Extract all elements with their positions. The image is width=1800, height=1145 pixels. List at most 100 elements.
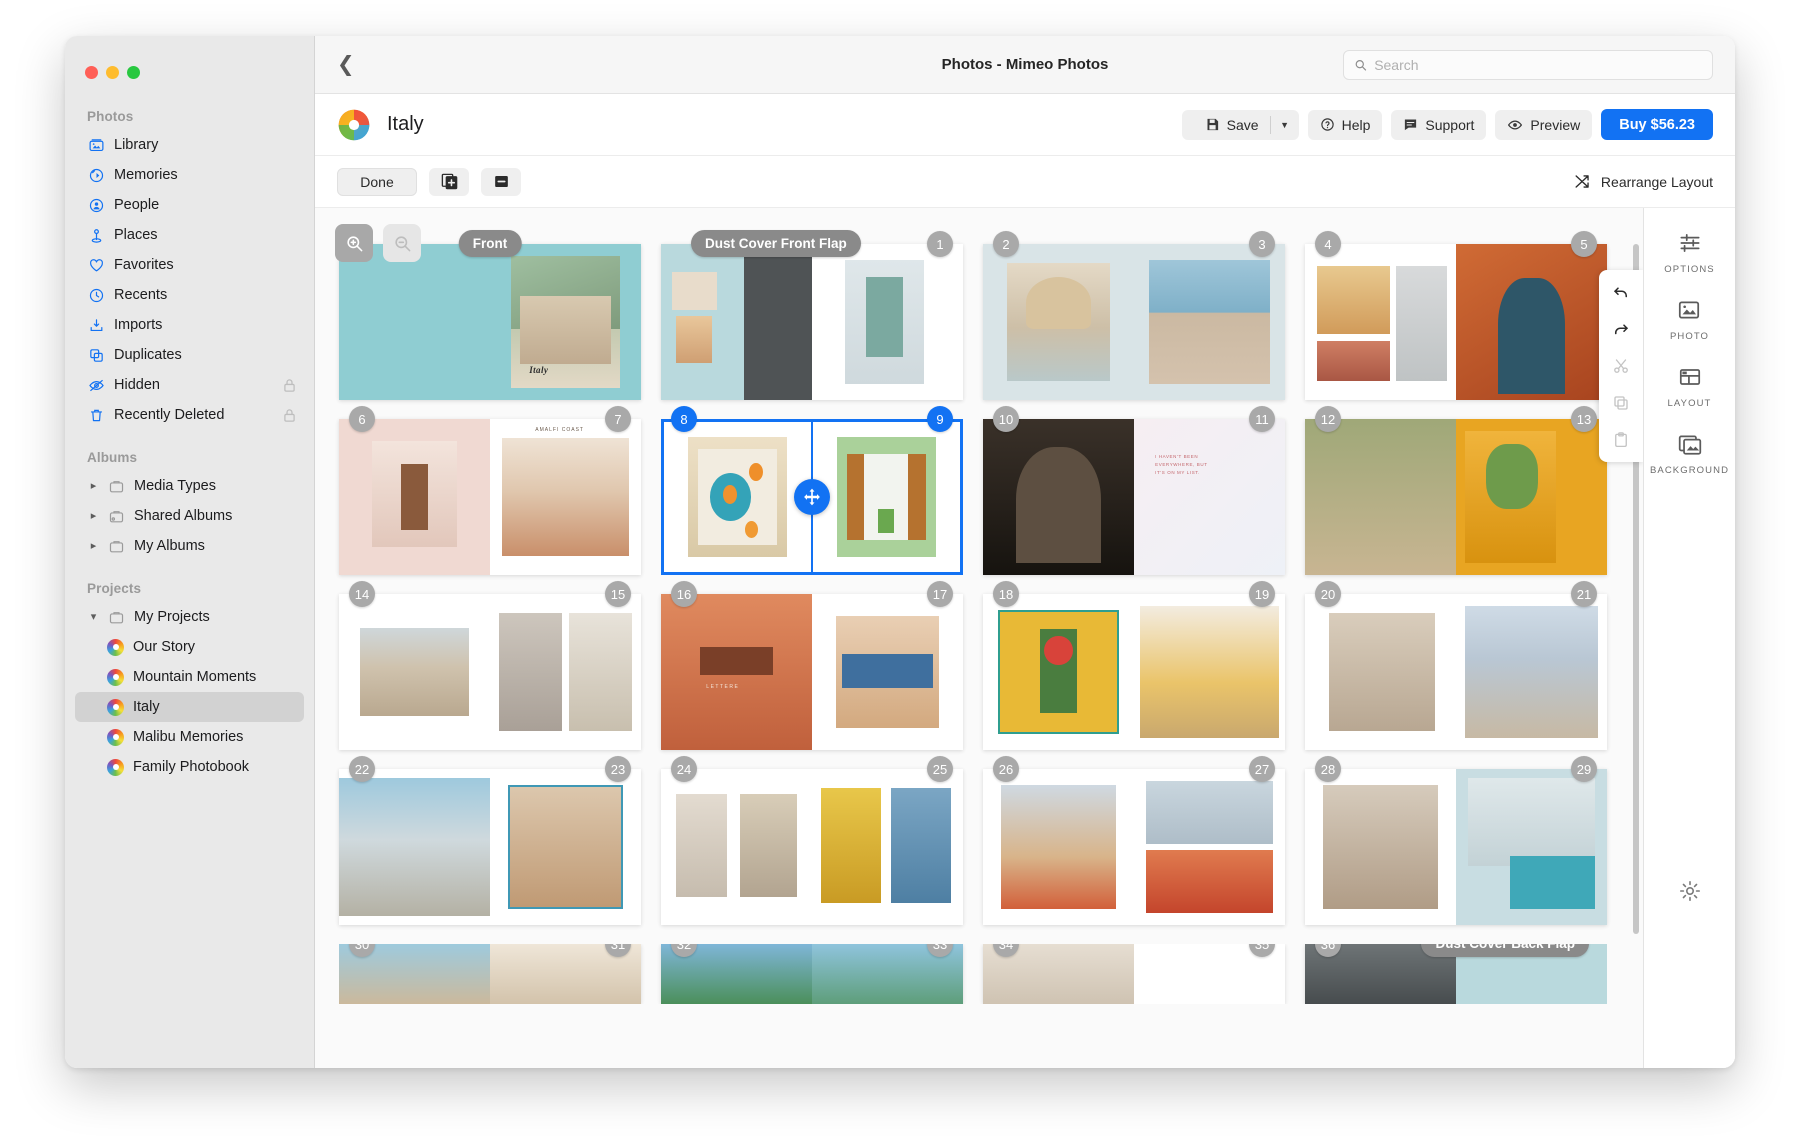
sidebar-item-our-story[interactable]: Our Story	[75, 632, 304, 662]
spread-30-31[interactable]: 30 31	[339, 944, 641, 1004]
book-page[interactable]	[812, 769, 963, 925]
save-button[interactable]: Save ▼	[1181, 109, 1299, 140]
book-page[interactable]	[490, 594, 641, 750]
book-page[interactable]	[1305, 769, 1456, 925]
save-dropdown-button[interactable]: ▼	[1271, 110, 1299, 140]
sidebar-item-family-photobook[interactable]: Family Photobook	[75, 752, 304, 782]
help-button[interactable]: Help	[1307, 109, 1383, 140]
copy-button[interactable]	[1611, 393, 1631, 413]
spread-12-13[interactable]: 12 13	[1305, 406, 1607, 575]
minimize-window-button[interactable]	[106, 66, 119, 79]
spread-8-9-selected[interactable]: 8 9	[661, 406, 963, 575]
book-page[interactable]	[661, 769, 812, 925]
close-window-button[interactable]	[85, 66, 98, 79]
sidebar-item-italy[interactable]: Italy	[75, 692, 304, 722]
chevron-right-icon[interactable]: ▸	[88, 480, 99, 492]
spread-20-21[interactable]: 20 21	[1305, 581, 1607, 750]
spread-14-15[interactable]: 14 15	[339, 581, 641, 750]
spread-10-11[interactable]: I HAVEN'T BEEN EVERYWHERE, BUT IT'S ON MY …	[983, 406, 1285, 575]
sidebar-item-malibu-memories[interactable]: Malibu Memories	[75, 722, 304, 752]
redo-button[interactable]	[1611, 319, 1631, 339]
sidebar-item-people[interactable]: People	[75, 190, 304, 220]
spread-36-back-flap[interactable]: 36 Dust Cover Back Flap	[1305, 944, 1607, 1004]
sidebar-item-my-albums[interactable]: ▸ My Albums	[75, 531, 304, 561]
book-page-selected[interactable]	[661, 419, 812, 575]
sidebar-item-my-projects[interactable]: ▾ My Projects	[75, 602, 304, 632]
sidebar-item-hidden[interactable]: Hidden	[75, 370, 304, 400]
support-button[interactable]: Support	[1391, 109, 1487, 140]
book-page[interactable]	[983, 244, 1134, 400]
spread-28-29[interactable]: 28 29	[1305, 756, 1607, 925]
search-field[interactable]	[1343, 49, 1713, 80]
paste-button[interactable]	[1611, 430, 1631, 450]
book-page[interactable]	[1134, 244, 1285, 400]
spread-32-33[interactable]: 32 33	[661, 944, 963, 1004]
cut-button[interactable]	[1611, 356, 1631, 376]
move-spread-handle[interactable]	[794, 479, 830, 515]
spread-4-5[interactable]: 4 5	[1305, 231, 1607, 400]
spread-34-35[interactable]: 34 35	[983, 944, 1285, 1004]
undo-button[interactable]	[1611, 282, 1631, 302]
window-controls[interactable]	[65, 46, 314, 101]
sidebar-item-library[interactable]: Library	[75, 130, 304, 160]
book-page[interactable]: AMALFI COAST	[490, 419, 641, 575]
rearrange-layout-button[interactable]: Rearrange Layout	[1573, 172, 1713, 191]
book-page[interactable]	[1305, 244, 1456, 400]
sidebar-item-shared-albums[interactable]: ▸ Shared Albums	[75, 501, 304, 531]
book-page[interactable]	[1456, 769, 1607, 925]
book-page[interactable]: LETTERE	[661, 594, 812, 750]
buy-button[interactable]: Buy $56.23	[1601, 109, 1713, 140]
spread-26-27[interactable]: 26 27	[983, 756, 1285, 925]
book-page[interactable]	[1456, 594, 1607, 750]
search-input[interactable]	[1374, 56, 1702, 73]
sidebar-item-places[interactable]: Places	[75, 220, 304, 250]
spread-6-7[interactable]: AMALFI COAST 6 7	[339, 406, 641, 575]
spread-dust-front[interactable]: Dust Cover Front Flap 1	[661, 230, 963, 400]
book-page[interactable]	[490, 769, 641, 925]
inspector-tab-background[interactable]: BACKGROUND	[1650, 431, 1729, 476]
settings-button[interactable]	[1678, 879, 1702, 908]
book-page[interactable]	[812, 594, 963, 750]
sidebar-item-favorites[interactable]: Favorites	[75, 250, 304, 280]
maximize-window-button[interactable]	[127, 66, 140, 79]
spread-cover[interactable]: Italy Front	[339, 230, 641, 400]
book-page[interactable]	[1305, 594, 1456, 750]
sidebar-item-mountain-moments[interactable]: Mountain Moments	[75, 662, 304, 692]
chevron-right-icon[interactable]: ▸	[88, 510, 99, 522]
book-page[interactable]	[983, 769, 1134, 925]
book-page[interactable]	[983, 594, 1134, 750]
book-page[interactable]	[1456, 419, 1607, 575]
done-button[interactable]: Done	[337, 167, 417, 196]
preview-button[interactable]: Preview	[1495, 109, 1593, 140]
sidebar-item-memories[interactable]: Memories	[75, 160, 304, 190]
spread-18-19[interactable]: 18 19	[983, 581, 1285, 750]
spread-22-23[interactable]: 22 23	[339, 756, 641, 925]
book-page[interactable]	[339, 769, 490, 925]
book-page[interactable]	[1456, 244, 1607, 400]
book-page[interactable]	[339, 419, 490, 575]
sidebar-item-media-types[interactable]: ▸ Media Types	[75, 471, 304, 501]
book-page[interactable]	[983, 419, 1134, 575]
sidebar-item-recently-deleted[interactable]: Recently Deleted	[75, 400, 304, 430]
book-page[interactable]	[1305, 419, 1456, 575]
chevron-right-icon[interactable]: ▸	[88, 540, 99, 552]
remove-pages-button[interactable]	[481, 167, 521, 196]
chevron-down-icon[interactable]: ▾	[88, 611, 99, 623]
book-page-selected[interactable]	[812, 419, 963, 575]
spread-16-17[interactable]: LETTERE 16 17	[661, 581, 963, 750]
sidebar-item-recents[interactable]: Recents	[75, 280, 304, 310]
inspector-tab-photo[interactable]: PHOTO	[1670, 297, 1709, 342]
inspector-tab-layout[interactable]: LAYOUT	[1668, 364, 1712, 409]
book-page[interactable]: I HAVEN'T BEEN EVERYWHERE, BUT IT'S ON MY …	[1134, 419, 1285, 575]
book-page[interactable]	[1134, 769, 1285, 925]
sidebar-item-imports[interactable]: Imports	[75, 310, 304, 340]
book-page[interactable]	[661, 244, 812, 400]
book-page[interactable]	[812, 244, 963, 400]
book-page[interactable]	[1134, 594, 1285, 750]
back-button[interactable]: ❮	[337, 52, 363, 77]
book-page[interactable]	[339, 594, 490, 750]
sidebar-item-duplicates[interactable]: Duplicates	[75, 340, 304, 370]
inspector-tab-options[interactable]: OPTIONS	[1664, 230, 1714, 275]
zoom-in-button[interactable]	[335, 224, 373, 262]
zoom-out-button[interactable]	[383, 224, 421, 262]
